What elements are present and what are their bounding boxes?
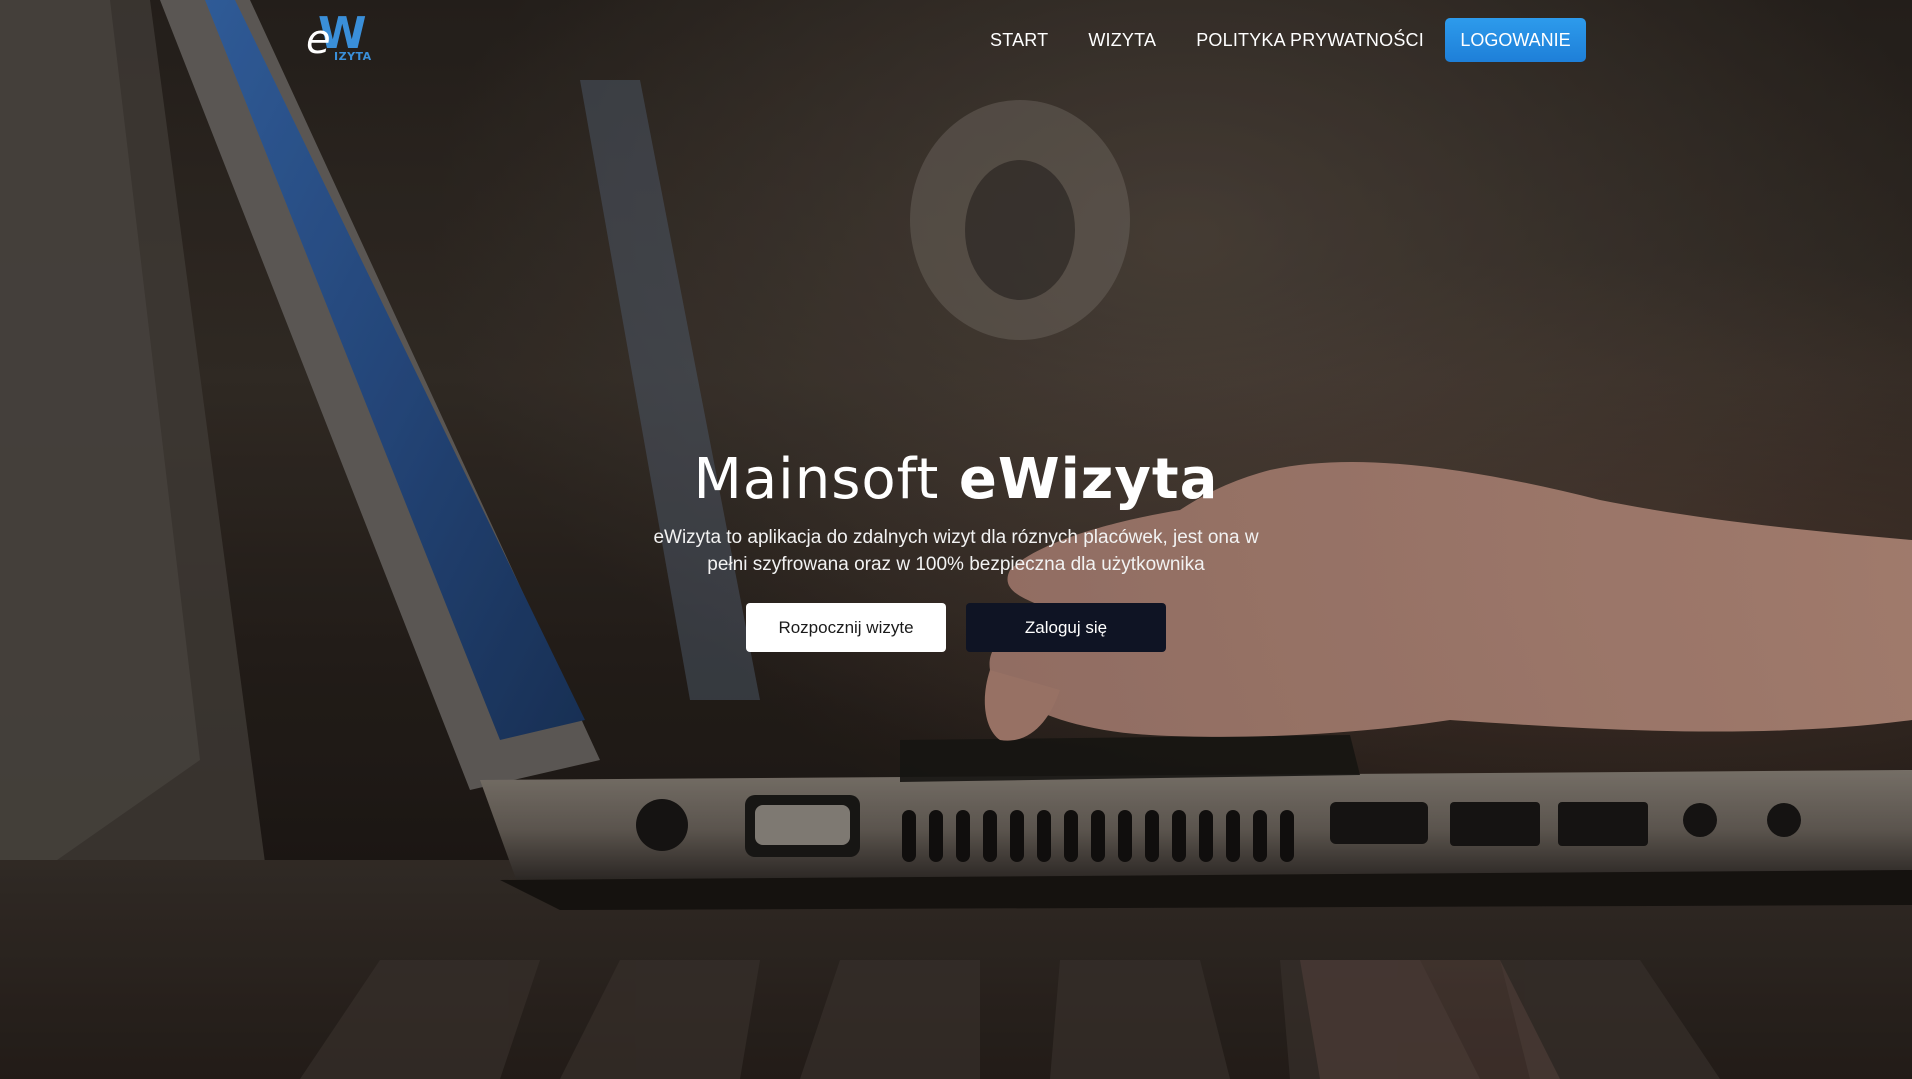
nav-links: START WIZYTA POLITYKA PRYWATNOŚCI bbox=[990, 18, 1464, 62]
hero-section: W e IZYTA START WIZYTA POLITYKA PRYWATNO… bbox=[0, 0, 1912, 1079]
sign-in-button[interactable]: Zaloguj się bbox=[966, 603, 1166, 652]
logo-letter-e: e bbox=[306, 17, 331, 63]
hero-title-prefix: Mainsoft bbox=[693, 447, 940, 512]
nav-link-wizyta[interactable]: WIZYTA bbox=[1088, 30, 1156, 51]
hero-description: eWizyta to aplikacja do zdalnych wizyt d… bbox=[653, 527, 1259, 575]
hero-title-brand: eWizyta bbox=[958, 447, 1219, 512]
nav-link-start[interactable]: START bbox=[990, 30, 1048, 51]
hero-content: Mainsoft eWizyta eWizyta to aplikacja do… bbox=[0, 440, 1912, 652]
logo-subtitle: IZYTA bbox=[334, 50, 372, 63]
navbar: W e IZYTA START WIZYTA POLITYKA PRYWATNO… bbox=[0, 0, 1912, 80]
nav-link-privacy-policy[interactable]: POLITYKA PRYWATNOŚCI bbox=[1196, 30, 1424, 51]
ewizyta-logo[interactable]: W e IZYTA bbox=[304, 10, 371, 66]
login-button[interactable]: LOGOWANIE bbox=[1445, 18, 1586, 62]
hero-buttons: Rozpocznij wizyte Zaloguj się bbox=[0, 603, 1912, 652]
start-visit-button[interactable]: Rozpocznij wizyte bbox=[746, 603, 946, 652]
hero-title: Mainsoft eWizyta bbox=[0, 440, 1912, 520]
